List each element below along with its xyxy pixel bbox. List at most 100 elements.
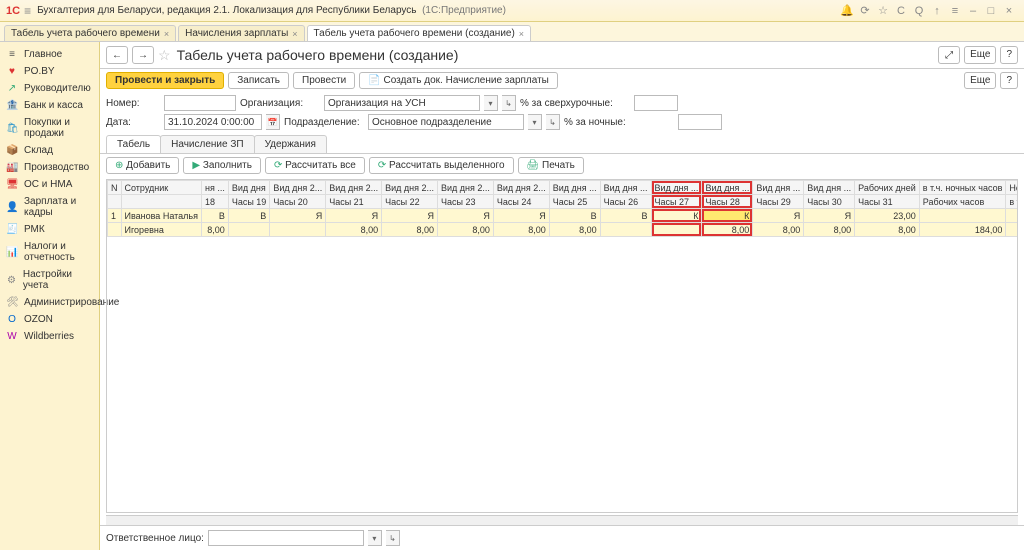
cell[interactable]: 8,00 bbox=[702, 223, 753, 237]
sidebar-item-5[interactable]: 📦Склад bbox=[0, 142, 99, 159]
sidebar-item-0[interactable]: ≡Главное bbox=[0, 46, 99, 63]
cell[interactable] bbox=[228, 223, 269, 237]
subtab-deduct[interactable]: Удержания bbox=[254, 135, 327, 153]
sidebar-item-9[interactable]: 🧾РМК bbox=[0, 221, 99, 238]
sidebar-item-3[interactable]: 🏦Банк и касса bbox=[0, 97, 99, 114]
cell[interactable]: В bbox=[549, 209, 600, 223]
tab-payroll[interactable]: Начисления зарплаты× bbox=[178, 25, 304, 41]
cell[interactable]: Я bbox=[753, 209, 804, 223]
open-icon[interactable]: ↳ bbox=[502, 95, 516, 111]
close-tab-icon[interactable]: × bbox=[164, 29, 169, 39]
help-button[interactable]: ? bbox=[1000, 46, 1018, 64]
open-icon[interactable]: ↳ bbox=[546, 114, 560, 130]
cell[interactable]: 8,00 bbox=[201, 223, 228, 237]
sidebar-item-11[interactable]: ⚙Настройки учета bbox=[0, 266, 99, 294]
open-icon[interactable]: ↳ bbox=[386, 530, 400, 546]
cell[interactable]: Игоревна bbox=[121, 223, 201, 237]
cell[interactable]: Я bbox=[437, 209, 493, 223]
h-scrollbar[interactable] bbox=[106, 515, 1018, 525]
cell[interactable]: 8,00 bbox=[382, 223, 438, 237]
number-field[interactable] bbox=[164, 95, 236, 111]
cell[interactable]: 8,00 bbox=[855, 223, 920, 237]
cell[interactable] bbox=[270, 223, 326, 237]
minimize-icon[interactable]: – bbox=[964, 5, 982, 17]
sidebar-item-6[interactable]: 🏭Производство bbox=[0, 159, 99, 176]
cell[interactable]: 8,00 bbox=[493, 223, 549, 237]
tab-timesheet[interactable]: Табель учета рабочего времени× bbox=[4, 25, 176, 41]
overtime-field[interactable] bbox=[634, 95, 678, 111]
history-icon[interactable]: C bbox=[892, 5, 910, 17]
cell[interactable]: Иванова Наталья bbox=[121, 209, 201, 223]
cell[interactable]: 8,00 bbox=[753, 223, 804, 237]
cell[interactable]: К bbox=[702, 209, 753, 223]
cell[interactable] bbox=[651, 223, 702, 237]
help-button[interactable]: ? bbox=[1000, 72, 1018, 89]
date-field[interactable] bbox=[164, 114, 262, 130]
subtab-accrual[interactable]: Начисление ЗП bbox=[160, 135, 254, 153]
close-icon[interactable]: × bbox=[1000, 5, 1018, 17]
post-button[interactable]: Провести bbox=[293, 72, 355, 89]
sidebar-item-1[interactable]: ♥PO.BY bbox=[0, 63, 99, 80]
save-button[interactable]: Записать bbox=[228, 72, 289, 89]
sidebar-item-12[interactable]: 🛠Администрирование bbox=[0, 294, 99, 311]
close-tab-icon[interactable]: × bbox=[519, 29, 524, 39]
cell[interactable] bbox=[1006, 223, 1018, 237]
expand-icon[interactable]: ⤢ bbox=[938, 46, 960, 64]
star-icon[interactable]: ☆ bbox=[874, 4, 892, 17]
sidebar-item-10[interactable]: 📊Налоги и отчетность bbox=[0, 238, 99, 266]
cell[interactable]: 8,00 bbox=[549, 223, 600, 237]
cell[interactable]: Я bbox=[382, 209, 438, 223]
nav-back[interactable]: ← bbox=[106, 46, 128, 64]
cell[interactable]: В bbox=[600, 209, 651, 223]
dept-field[interactable] bbox=[368, 114, 524, 130]
search-icon[interactable]: Q bbox=[910, 5, 928, 17]
dropdown-icon[interactable]: ▾ bbox=[368, 530, 382, 546]
cell[interactable]: В bbox=[228, 209, 269, 223]
cell[interactable]: Я bbox=[270, 209, 326, 223]
timesheet-table[interactable]: NСотрудникня ...Вид дняВид дня 2...Вид д… bbox=[107, 180, 1018, 237]
dropdown-icon[interactable]: ▾ bbox=[484, 95, 498, 111]
hamburger-icon[interactable]: ≡ bbox=[24, 4, 31, 18]
tbl-btn-0[interactable]: ⊕ Добавить bbox=[106, 157, 179, 174]
more-button[interactable]: Еще bbox=[964, 46, 996, 64]
refresh-icon[interactable]: ⟳ bbox=[856, 4, 874, 17]
cell[interactable] bbox=[919, 209, 1006, 223]
more-button[interactable]: Еще bbox=[964, 72, 996, 89]
nav-fwd[interactable]: → bbox=[132, 46, 154, 64]
cell[interactable]: Я bbox=[804, 209, 855, 223]
sidebar-item-8[interactable]: 👤Зарплата и кадры bbox=[0, 193, 99, 221]
sidebar-item-2[interactable]: ↗Руководителю bbox=[0, 80, 99, 97]
dropdown-icon[interactable]: ▾ bbox=[528, 114, 542, 130]
sidebar-item-14[interactable]: WWildberries bbox=[0, 328, 99, 345]
night-field[interactable] bbox=[678, 114, 722, 130]
create-doc-button[interactable]: 📄 Создать док. Начисление зарплаты bbox=[359, 72, 558, 89]
cell[interactable]: 1 bbox=[108, 209, 122, 223]
org-field[interactable] bbox=[324, 95, 480, 111]
tbl-btn-1[interactable]: ▶ Заполнить bbox=[183, 157, 261, 174]
cell[interactable]: 8,00 bbox=[437, 223, 493, 237]
cell[interactable]: 184,00 bbox=[919, 223, 1006, 237]
calendar-icon[interactable]: 📅 bbox=[266, 114, 280, 130]
tab-timesheet-create[interactable]: Табель учета рабочего времени (создание)… bbox=[307, 25, 532, 41]
sidebar-item-4[interactable]: 🛍Покупки и продажи bbox=[0, 114, 99, 142]
tbl-btn-2[interactable]: ⟳ Рассчитать все bbox=[265, 157, 365, 174]
post-close-button[interactable]: Провести и закрыть bbox=[106, 72, 224, 89]
cell[interactable]: К bbox=[651, 209, 702, 223]
sidebar-item-13[interactable]: OOZON bbox=[0, 311, 99, 328]
up-icon[interactable]: ↑ bbox=[928, 5, 946, 17]
sidebar-item-7[interactable]: 🖥ОС и НМА bbox=[0, 176, 99, 193]
cell[interactable]: 23,00 bbox=[855, 209, 920, 223]
cell[interactable]: В bbox=[201, 209, 228, 223]
tbl-btn-3[interactable]: ⟳ Рассчитать выделенного bbox=[369, 157, 514, 174]
cell[interactable] bbox=[600, 223, 651, 237]
cell[interactable]: 35,00 bbox=[1006, 209, 1018, 223]
cell[interactable]: Я bbox=[493, 209, 549, 223]
menu2-icon[interactable]: ≡ bbox=[946, 5, 964, 17]
fav-star-icon[interactable]: ☆ bbox=[158, 47, 171, 64]
cell[interactable]: 8,00 bbox=[326, 223, 382, 237]
close-tab-icon[interactable]: × bbox=[292, 29, 297, 39]
cell[interactable]: 8,00 bbox=[804, 223, 855, 237]
maximize-icon[interactable]: □ bbox=[982, 5, 1000, 17]
bell-icon[interactable]: 🔔 bbox=[838, 4, 856, 17]
subtab-tabel[interactable]: Табель bbox=[106, 135, 161, 153]
